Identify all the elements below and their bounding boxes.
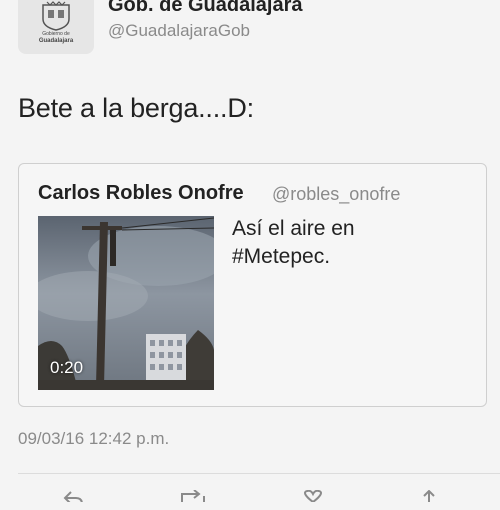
like-icon[interactable] (300, 490, 326, 502)
reply-icon[interactable] (62, 490, 84, 502)
tweet-text: Bete a la berga....D: (18, 93, 254, 123)
quoted-author-handle: @robles_onofre (272, 184, 401, 204)
author-display-name[interactable]: Gob. de Guadalajara (108, 0, 303, 17)
avatar-caption: Gobierno de Guadalajara (39, 31, 73, 45)
author-handle[interactable]: @GuadalajaraGob (108, 21, 250, 41)
city-seal-icon (42, 1, 70, 31)
video-thumbnail[interactable]: 0:20 (38, 216, 214, 390)
tweet-timestamp: 09/03/16 12:42 p.m. (18, 429, 170, 448)
quoted-tweet-card[interactable]: Carlos Robles Onofre @robles_onofre 0:20… (18, 163, 487, 407)
avatar-caption-top: Gobierno de (42, 31, 70, 37)
share-icon[interactable] (418, 490, 440, 502)
avatar[interactable]: Gobierno de Guadalajara (18, 0, 94, 54)
action-bar-divider (18, 473, 500, 474)
action-bar (0, 490, 500, 510)
avatar-caption-main: Guadalajara (38, 38, 74, 44)
retweet-icon[interactable] (178, 490, 208, 502)
quoted-author-name: Carlos Robles Onofre (38, 182, 244, 204)
video-duration-badge: 0:20 (50, 358, 84, 377)
quoted-tweet-text: Así el aire en #Metepec. (232, 217, 355, 268)
